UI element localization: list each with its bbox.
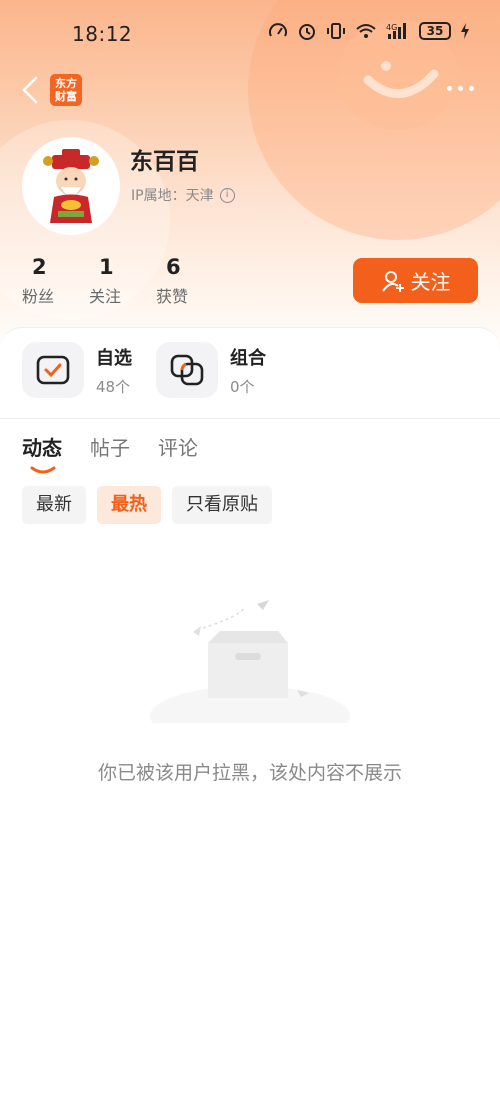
empty-state-message: 你已被该用户拉黑，该处内容不展示	[97, 762, 402, 784]
watchlist-icon-box	[156, 342, 218, 398]
more-options-button[interactable]	[447, 86, 474, 91]
filter-original-only[interactable]: 只看原贴	[172, 486, 272, 524]
watchlist-count: 48个	[96, 377, 131, 396]
stat-value: 2	[32, 255, 47, 279]
avatar[interactable]	[22, 137, 120, 235]
profile-stats: 2 粉丝 1 关注 6 获赞	[22, 255, 223, 307]
tab-label: 评论	[158, 436, 198, 460]
stat-label: 关注	[89, 287, 122, 306]
svg-text:4G: 4G	[386, 23, 397, 32]
content-card: 自选 48个 组合 0个 动态 帖子 评论 最新 最热 只看原贴 你已被该用户拉…	[0, 327, 500, 1111]
portfolio-icon	[170, 354, 204, 386]
add-user-icon	[381, 270, 404, 292]
tab-label: 帖子	[90, 436, 130, 460]
wifi-icon	[356, 24, 376, 38]
checkbox-icon	[36, 355, 70, 385]
tab-active-indicator	[30, 466, 56, 474]
watchlist-item-self-selected[interactable]: 自选 48个	[22, 342, 134, 398]
follow-label: 关注	[410, 270, 451, 294]
dot-icon	[458, 86, 463, 91]
ip-location: IP属地：天津 i	[131, 185, 235, 205]
empty-box-icon	[150, 600, 350, 723]
filter-chips: 最新 最热 只看原贴	[22, 486, 272, 524]
tab-comments[interactable]: 评论	[158, 432, 198, 461]
watchlist-item-portfolio[interactable]: 组合 0个	[156, 342, 268, 398]
divider	[0, 418, 500, 419]
filter-hottest[interactable]: 最热	[97, 486, 161, 524]
filter-latest[interactable]: 最新	[22, 486, 86, 524]
logo-text-bottom: 财富	[55, 90, 77, 103]
username: 东百百	[130, 149, 199, 175]
tab-activity[interactable]: 动态	[22, 432, 62, 474]
logo-text-top: 东方	[55, 77, 77, 90]
stat-label: 获赞	[156, 287, 189, 306]
battery-indicator: 35	[419, 22, 451, 40]
dot-icon	[447, 86, 452, 91]
stat-value: 6	[166, 255, 181, 279]
stat-fans[interactable]: 2 粉丝	[22, 255, 89, 307]
follow-button[interactable]: 关注	[353, 258, 478, 303]
speed-icon	[269, 23, 287, 37]
ip-label: IP属地：天津	[131, 188, 214, 204]
tab-posts[interactable]: 帖子	[90, 432, 130, 461]
status-time: 18:12	[72, 22, 133, 46]
stat-likes[interactable]: 6 获赞	[156, 255, 223, 307]
watchlist-title: 自选	[96, 347, 132, 369]
dot-icon	[469, 86, 474, 91]
signal-4g-icon: 4G	[386, 23, 406, 39]
watchlist-icon-box	[22, 342, 84, 398]
status-bar: 18:12 4G 35	[0, 0, 500, 66]
tab-label: 动态	[22, 436, 62, 460]
back-button[interactable]	[18, 74, 46, 106]
god-of-wealth-avatar-icon	[43, 149, 99, 223]
chevron-left-icon	[22, 76, 38, 104]
status-icons: 4G 35	[268, 22, 470, 40]
watchlist-row: 自选 48个 组合 0个	[22, 342, 268, 398]
watchlist-count: 0个	[230, 377, 255, 396]
app-logo: 东方 财富	[50, 74, 82, 106]
watchlist-title: 组合	[230, 347, 266, 369]
charging-icon	[461, 23, 469, 39]
info-icon[interactable]: i	[219, 187, 235, 203]
vibrate-icon	[327, 23, 345, 39]
stat-value: 1	[99, 255, 114, 279]
stat-following[interactable]: 1 关注	[89, 255, 156, 307]
stat-label: 粉丝	[22, 287, 55, 306]
alarm-icon	[299, 24, 315, 40]
content-tabs: 动态 帖子 评论	[22, 432, 198, 474]
